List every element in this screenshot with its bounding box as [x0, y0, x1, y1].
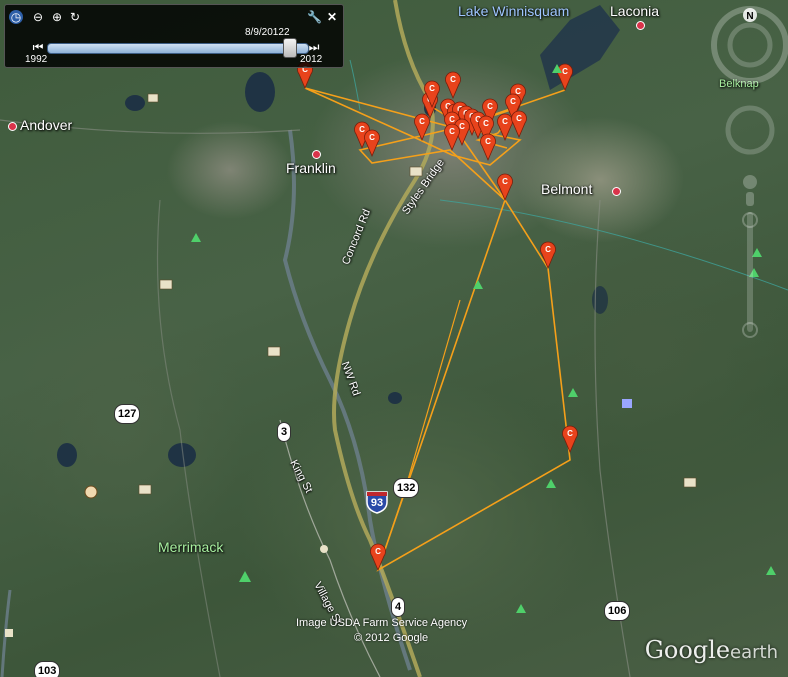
zoom-slider[interactable] — [747, 212, 753, 332]
poi-layer — [5, 64, 776, 637]
park-icon — [766, 566, 776, 575]
street-view-icon[interactable] — [743, 175, 757, 189]
step-forward-icon[interactable]: ⏭ — [307, 40, 321, 54]
settings-wrench-icon[interactable]: 🔧 — [307, 10, 322, 24]
attribution: Image USDA Farm Service Agency © 2012 Go… — [296, 616, 467, 646]
museum-icon — [138, 484, 152, 495]
start-year: 1992 — [25, 54, 48, 65]
museum-icon — [683, 477, 697, 488]
attribution-line2: © 2012 Google — [354, 632, 429, 644]
park-icon — [552, 64, 562, 73]
navigation-controls[interactable]: N — [700, 0, 788, 360]
poi-icon — [320, 545, 328, 553]
north-letter: N — [746, 11, 753, 22]
replay-icon[interactable]: ↻ — [68, 10, 82, 24]
park-icon — [568, 388, 578, 397]
park-icon — [546, 479, 556, 488]
google-earth-logo: Googleearth — [644, 636, 778, 664]
look-joystick[interactable] — [727, 22, 773, 68]
map-view[interactable]: CCCCCCCCCCCCCCCCCCCCCCCCCCCC Lake Winnis… — [0, 0, 788, 677]
end-year: 2012 — [300, 54, 323, 65]
poi-icon — [622, 399, 632, 408]
museum-icon — [409, 166, 423, 177]
park-icon — [191, 233, 201, 242]
park-icon — [473, 280, 483, 289]
move-joystick[interactable] — [725, 105, 775, 155]
clock-icon[interactable]: ◷ — [9, 10, 23, 24]
museum-icon — [267, 346, 281, 357]
time-slider-thumb[interactable] — [282, 38, 297, 58]
close-icon[interactable]: ✕ — [325, 10, 339, 24]
museum-icon — [147, 93, 159, 103]
step-back-icon[interactable]: ⏮ — [31, 40, 45, 54]
park-icon — [239, 571, 251, 582]
poi-icon — [5, 629, 13, 637]
attribution-line1: Image USDA Farm Service Agency — [296, 617, 468, 629]
park-icon — [516, 604, 526, 613]
time-slider-panel[interactable]: ◷ ⊖ ⊕ ↻ 🔧 ✕ ⏮ ⏭ 8/9/20122 1992 2012 — [4, 4, 344, 68]
museum-icon — [159, 279, 173, 290]
zoom-in-icon[interactable]: ⊕ — [50, 10, 64, 24]
time-slider-track[interactable] — [47, 43, 309, 54]
art-icon — [84, 485, 98, 499]
zoom-out-icon[interactable]: ⊖ — [31, 10, 45, 24]
current-date: 8/9/20122 — [245, 27, 290, 38]
